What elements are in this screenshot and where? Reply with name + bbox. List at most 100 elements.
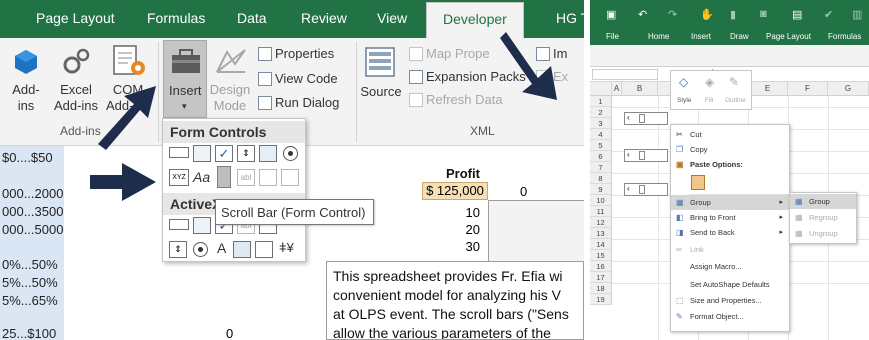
column-header[interactable]: A xyxy=(612,82,622,96)
submenu-item-group[interactable]: ▦ Group xyxy=(790,194,856,209)
qat-icon[interactable]: ▮ xyxy=(730,8,736,21)
name-box[interactable] xyxy=(592,69,658,80)
shape-style-icon[interactable]: ◇ xyxy=(679,75,688,89)
scroll-thumb xyxy=(639,185,645,194)
menu-item-set-autoshape-defaults[interactable]: Set AutoShape Defaults xyxy=(671,277,789,292)
paste-clipboard-icon[interactable] xyxy=(691,175,705,190)
select-all-corner[interactable] xyxy=(590,82,612,96)
gridline xyxy=(658,96,659,340)
scroll-left-icon: ‹ xyxy=(627,150,630,159)
arrow-icon xyxy=(98,86,156,150)
menu-item-paste-options: ▣ Paste Options: xyxy=(671,157,789,172)
tab-home[interactable]: Home xyxy=(648,32,669,41)
scroll-left-icon: ‹ xyxy=(627,113,630,122)
menu-label: Group xyxy=(809,197,830,206)
menu-item-link[interactable]: ∞ Link xyxy=(671,242,789,257)
menu-label: Regroup xyxy=(809,213,838,222)
outline-icon[interactable]: ✎ xyxy=(729,75,739,89)
bar-chart-icon[interactable]: ▥ xyxy=(852,8,862,21)
group-icon: ▦ xyxy=(676,198,684,207)
tab-draw[interactable]: Draw xyxy=(730,32,749,41)
row-header[interactable]: 5 xyxy=(590,140,612,151)
menu-item-cut[interactable]: ✂ Cut xyxy=(671,127,789,142)
row-header[interactable]: 2 xyxy=(590,107,612,118)
tab-page-layout[interactable]: Page Layout xyxy=(766,32,811,41)
camera-icon[interactable]: ◙ xyxy=(760,8,767,20)
scissors-icon: ✂ xyxy=(676,130,683,139)
form-icon[interactable]: ▤ xyxy=(792,8,802,21)
tab-formulas[interactable]: Formulas xyxy=(828,32,861,41)
menu-label: Send to Back xyxy=(690,228,735,237)
arrow-icon xyxy=(500,32,557,100)
paste-icon: ▣ xyxy=(676,160,684,169)
tab-file[interactable]: File xyxy=(606,32,619,41)
undo-icon[interactable]: ↶ xyxy=(638,8,647,21)
title-bar: ▣ ↶ ↷ ✋ ▮ ◙ ▤ ✔ ▥ File Home Insert Draw … xyxy=(590,0,869,45)
menu-item-group[interactable]: ▦ Group ▸ xyxy=(671,195,789,210)
scroll-bar-control[interactable]: ‹ xyxy=(624,183,668,196)
row-header[interactable]: 15 xyxy=(590,250,612,261)
redo-icon[interactable]: ↷ xyxy=(668,8,677,21)
scroll-thumb xyxy=(639,114,645,123)
menu-label: Format Object... xyxy=(690,312,744,321)
send-to-back-icon: ◨ xyxy=(676,228,684,237)
row-header[interactable]: 1 xyxy=(590,96,612,107)
column-header[interactable]: F xyxy=(788,82,828,96)
menu-label: Paste Options: xyxy=(690,160,743,169)
row-header[interactable]: 14 xyxy=(590,239,612,250)
menu-label: Cut xyxy=(690,130,702,139)
annotation-arrows xyxy=(90,32,557,201)
menu-item-bring-to-front[interactable]: ◧ Bring to Front ▸ xyxy=(671,210,789,225)
row-header[interactable]: 6 xyxy=(590,151,612,162)
size-properties-icon: ⬚ xyxy=(676,296,684,305)
menu-item-format-object[interactable]: ✎ Format Object... xyxy=(671,309,789,324)
row-header[interactable]: 19 xyxy=(590,294,612,305)
row-header[interactable]: 8 xyxy=(590,173,612,184)
menu-item-send-to-back[interactable]: ◨ Send to Back ▸ xyxy=(671,225,789,240)
chevron-right-icon: ▸ xyxy=(779,229,783,236)
style-label: Style xyxy=(677,97,692,104)
scroll-bar-control[interactable]: ‹ xyxy=(624,112,668,125)
row-header[interactable]: 18 xyxy=(590,283,612,294)
row-header[interactable]: 3 xyxy=(590,118,612,129)
row-header[interactable]: 9 xyxy=(590,184,612,195)
column-header[interactable]: E xyxy=(748,82,788,96)
outline-label: Outline xyxy=(725,97,746,104)
row-header[interactable]: 7 xyxy=(590,162,612,173)
row-header[interactable]: 11 xyxy=(590,206,612,217)
group-icon: ▦ xyxy=(795,197,803,206)
fill-icon[interactable]: ◈ xyxy=(705,75,714,89)
save-icon[interactable]: ▣ xyxy=(606,8,616,21)
scroll-bar-control[interactable]: ‹ xyxy=(624,149,668,162)
left-screenshot-panel: Page Layout Formulas Data Review View De… xyxy=(0,0,584,340)
row-header[interactable]: 10 xyxy=(590,195,612,206)
row-header[interactable]: 17 xyxy=(590,272,612,283)
row-header[interactable]: 13 xyxy=(590,228,612,239)
menu-item-copy[interactable]: ❐ Copy xyxy=(671,142,789,157)
menu-item-size-and-properties[interactable]: ⬚ Size and Properties... xyxy=(671,293,789,308)
check-icon[interactable]: ✔ xyxy=(824,8,833,21)
submenu-item-ungroup[interactable]: ▦ Ungroup xyxy=(790,226,856,241)
submenu-item-regroup[interactable]: ▦ Regroup xyxy=(790,210,856,225)
shape-style-popup: ◇ ◈ ✎ Style Fill Outline xyxy=(670,70,752,110)
collapsed-ribbon xyxy=(590,45,869,67)
row-header[interactable]: 16 xyxy=(590,261,612,272)
menu-label: Bring to Front xyxy=(690,213,736,222)
group-submenu: ▦ Group ▦ Regroup ▦ Ungroup xyxy=(789,192,857,244)
row-header[interactable]: 12 xyxy=(590,217,612,228)
menu-item-assign-macro[interactable]: Assign Macro... xyxy=(671,259,789,274)
scroll-thumb xyxy=(639,151,645,160)
menu-label: Copy xyxy=(690,145,708,154)
menu-label: Size and Properties... xyxy=(690,296,762,305)
row-header[interactable]: 4 xyxy=(590,129,612,140)
column-header[interactable]: G xyxy=(828,82,869,96)
touch-mode-icon[interactable]: ✋ xyxy=(700,8,714,21)
menu-label: Group xyxy=(690,198,711,207)
chevron-right-icon: ▸ xyxy=(779,199,783,206)
chevron-right-icon: ▸ xyxy=(779,214,783,221)
regroup-icon: ▦ xyxy=(795,213,803,222)
format-object-icon: ✎ xyxy=(676,312,683,321)
fill-label: Fill xyxy=(705,97,714,104)
tab-insert[interactable]: Insert xyxy=(691,32,711,41)
column-header[interactable]: B xyxy=(622,82,658,96)
